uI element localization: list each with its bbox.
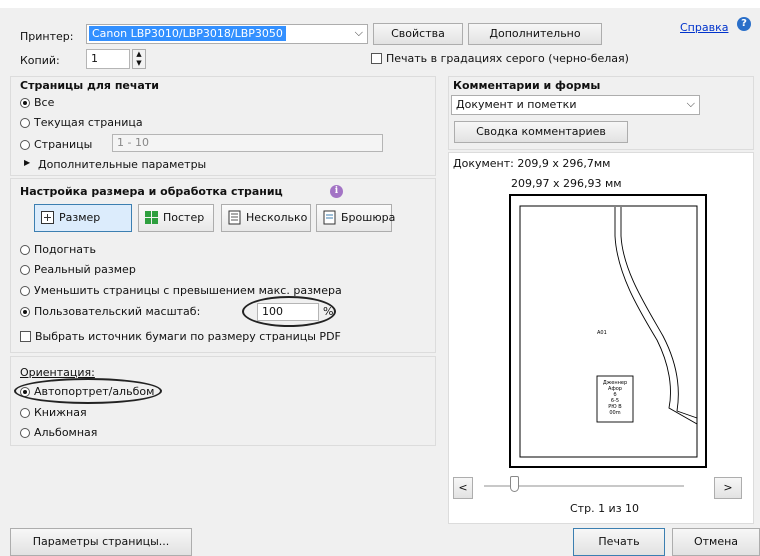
more-options-toggle[interactable]: Дополнительные параметры <box>38 158 206 171</box>
pages-range-radio[interactable] <box>20 140 30 150</box>
paper-source-label: Выбрать источник бумаги по размеру стран… <box>35 330 341 343</box>
orientation-landscape-radio[interactable] <box>20 428 30 438</box>
mode-poster-button[interactable]: Постер <box>138 204 214 232</box>
pages-all-label: Все <box>34 96 55 109</box>
cancel-button[interactable]: Отмена <box>672 528 760 556</box>
custom-scale-radio[interactable] <box>20 307 30 317</box>
pages-range-label: Страницы <box>34 138 93 151</box>
page-setup-button[interactable]: Параметры страницы... <box>10 528 192 556</box>
grayscale-checkbox[interactable] <box>371 53 382 64</box>
printer-select[interactable]: Canon LBP3010/LBP3018/LBP3050 ⌵ <box>86 24 368 44</box>
chevron-down-icon: ⌵ <box>686 97 695 110</box>
page-size: 209,97 x 296,93 мм <box>511 177 622 190</box>
mode-booklet-button[interactable]: Брошюра <box>316 204 396 232</box>
actual-size-radio[interactable] <box>20 265 30 275</box>
shrink-radio[interactable] <box>20 286 30 296</box>
sheet-stamp: Дженнер Афор б 6-5 РЮ В 00m <box>602 380 628 416</box>
highlight-ellipse-scale <box>242 296 336 327</box>
multiple-pages-icon <box>228 210 241 225</box>
next-page-button[interactable]: > <box>714 477 742 499</box>
page-slider-thumb[interactable] <box>510 476 519 492</box>
pages-current-radio[interactable] <box>20 118 30 128</box>
info-icon[interactable]: i <box>330 185 343 198</box>
window-top-strip <box>0 0 760 8</box>
booklet-icon <box>323 210 336 225</box>
chevron-down-icon: ⌵ <box>354 26 363 39</box>
help-icon[interactable]: ? <box>737 17 751 31</box>
actual-size-label: Реальный размер <box>34 263 136 276</box>
fit-label: Подогнать <box>34 243 96 256</box>
page-counter: Стр. 1 из 10 <box>570 502 640 515</box>
comments-select[interactable]: Документ и пометки ⌵ <box>451 95 700 115</box>
highlight-ellipse-orientation <box>14 378 162 404</box>
sheet-label: A01 <box>597 330 607 336</box>
comments-title: Комментарии и формы <box>453 79 601 92</box>
grayscale-label: Печать в градациях серого (черно-белая) <box>386 52 629 65</box>
page-preview: A01 Дженнер Афор б 6-5 РЮ В 00m <box>509 194 707 468</box>
document-size: Документ: 209,9 x 296,7мм <box>453 157 611 170</box>
sizing-title: Настройка размера и обработка страниц <box>20 185 283 198</box>
poster-icon <box>145 211 158 224</box>
shrink-label: Уменьшить страницы с превышением макс. р… <box>34 284 342 297</box>
mode-multiple-label: Несколько <box>246 211 308 224</box>
orientation-landscape-label: Альбомная <box>34 426 98 439</box>
comment-summary-button[interactable]: Сводка комментариев <box>454 121 628 143</box>
mode-booklet-label: Брошюра <box>341 211 396 224</box>
pattern-drawing <box>519 205 698 458</box>
print-button[interactable]: Печать <box>573 528 665 556</box>
pages-all-radio[interactable] <box>20 98 30 108</box>
advanced-button[interactable]: Дополнительно <box>468 23 602 45</box>
pages-title: Страницы для печати <box>20 79 159 92</box>
copies-input[interactable]: 1 <box>86 49 130 69</box>
mode-size-label: Размер <box>59 211 101 224</box>
fit-radio[interactable] <box>20 245 30 255</box>
pages-current-label: Текущая страница <box>34 116 143 129</box>
custom-scale-label: Пользовательский масштаб: <box>34 305 201 318</box>
printer-label: Принтер: <box>20 30 74 43</box>
orientation-portrait-label: Книжная <box>34 406 87 419</box>
copies-label: Копий: <box>20 54 60 67</box>
paper-source-checkbox[interactable] <box>20 331 31 342</box>
orientation-portrait-radio[interactable] <box>20 408 30 418</box>
size-icon <box>41 211 54 224</box>
properties-button[interactable]: Свойства <box>373 23 463 45</box>
mode-multiple-button[interactable]: Несколько <box>221 204 311 232</box>
printer-select-value: Canon LBP3010/LBP3018/LBP3050 <box>89 26 286 41</box>
pages-range-input[interactable]: 1 - 10 <box>112 134 383 152</box>
mode-size-button[interactable]: Размер <box>34 204 132 232</box>
comments-select-value: Документ и пометки <box>456 98 577 111</box>
prev-page-button[interactable]: < <box>453 477 473 499</box>
expand-arrow-icon[interactable]: ▶ <box>24 158 30 167</box>
mode-poster-label: Постер <box>163 211 205 224</box>
help-link[interactable]: Справка <box>680 21 728 34</box>
copies-stepper[interactable]: ▲ ▼ <box>132 49 146 69</box>
